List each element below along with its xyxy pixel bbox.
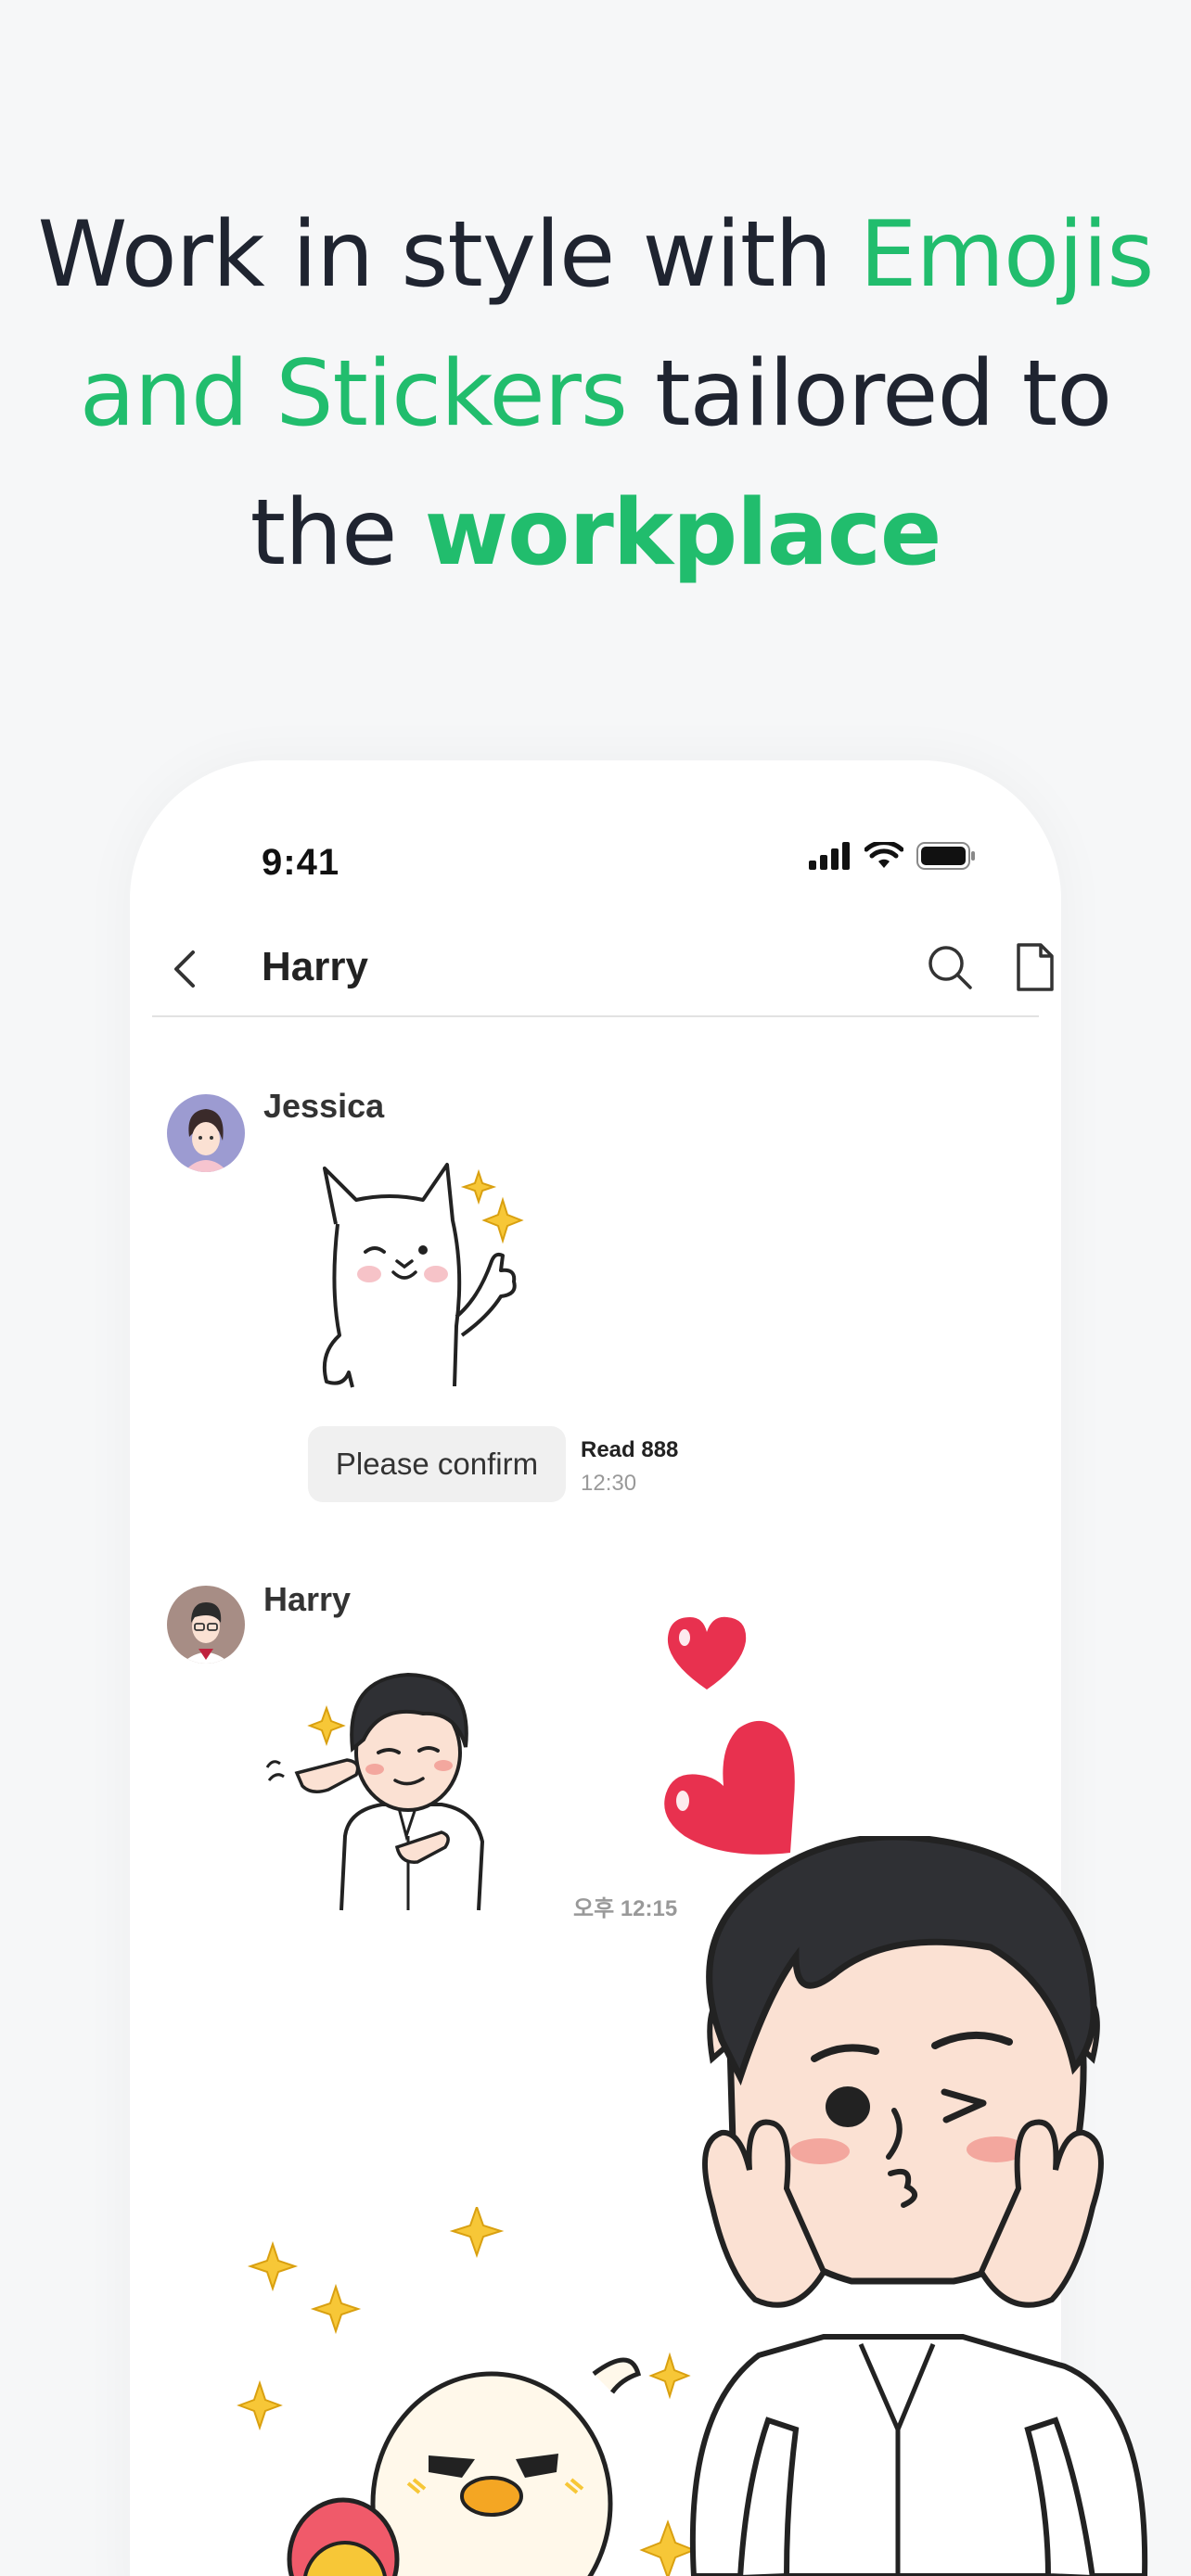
heart-icon [667, 1616, 747, 1690]
read-count[interactable]: Read 888 [581, 1437, 678, 1463]
status-time: 9:41 [262, 842, 340, 883]
wifi-icon [864, 842, 903, 868]
status-icons [809, 842, 976, 870]
sender-name: Jessica [263, 1087, 385, 1125]
avatar-jessica[interactable] [167, 1094, 245, 1172]
back-icon[interactable] [161, 941, 208, 997]
file-icon[interactable] [1007, 939, 1061, 995]
message-time: 12:30 [581, 1471, 637, 1496]
bird-sticker [237, 2207, 697, 2576]
sender-name: Harry [263, 1580, 352, 1618]
cat-thumbs-up-sticker[interactable] [297, 1159, 538, 1409]
battery-icon [916, 842, 975, 870]
message-time: 오후 12:15 [573, 1896, 678, 1921]
kissing-man-sticker [689, 1836, 1148, 2576]
chat-header: Harry [152, 913, 1054, 1017]
chat-title: Harry [262, 944, 368, 989]
heart-icon [664, 1720, 795, 1855]
man-finger-guns-sticker[interactable] [260, 1651, 538, 1919]
search-icon[interactable] [922, 939, 978, 995]
message-bubble[interactable]: Please confirm [308, 1426, 566, 1502]
signal-icon [809, 842, 850, 870]
headline-bold-word: workplace [424, 480, 942, 586]
promo-headline: Work in style with Emojis and Stickers t… [0, 185, 1191, 603]
avatar-harry[interactable] [167, 1586, 245, 1664]
headline-text-1: Work in style with [37, 202, 860, 308]
